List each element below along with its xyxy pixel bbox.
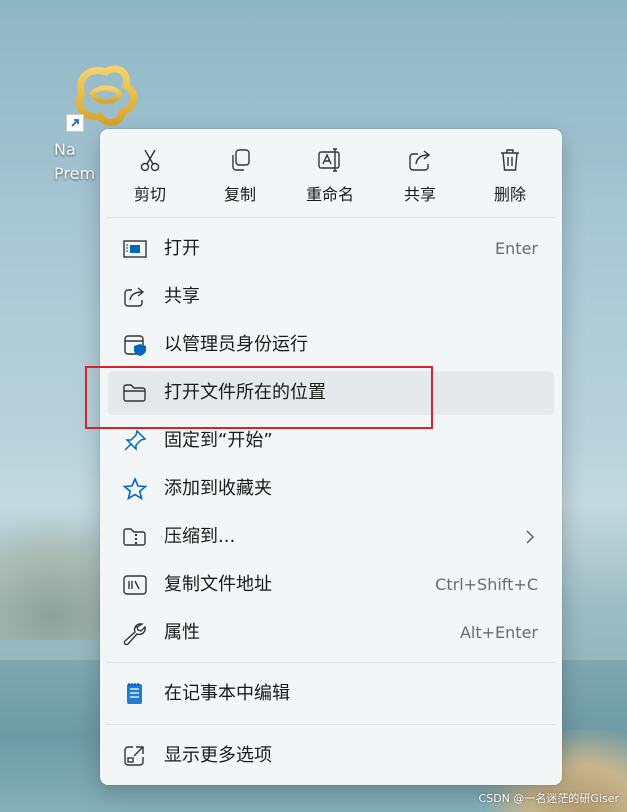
zip-folder-icon [122,525,148,549]
delete-icon [497,147,523,173]
star-icon [122,477,148,501]
copy-label: 复制 [223,185,256,204]
watermark: CSDN @一名迷茫的研Giser [478,792,619,805]
menu-item-label: 打开 [164,238,200,259]
copy-path-icon [122,573,148,597]
run-as-admin-icon [122,333,148,357]
menu-item-label: 显示更多选项 [164,745,272,766]
copy-button[interactable]: 复制 [200,139,280,209]
menu-item-compress-to[interactable]: 压缩到... [108,515,554,559]
menu-item-open[interactable]: 打开 Enter [108,227,554,271]
share-icon [407,147,433,173]
menu-item-copy-file-path[interactable]: 复制文件地址 Ctrl+Shift+C [108,563,554,607]
highlight-annotation-box [85,366,433,429]
wrench-icon [122,621,148,645]
cut-label: 剪切 [133,185,166,204]
context-menu: 剪切 复制 重命名 共享 删除 打开 Enter 共享 以管理员身份运行 打开文… [100,129,562,785]
menu-item-label: 属性 [164,622,200,643]
share-button[interactable]: 共享 [380,139,460,209]
rename-label: 重命名 [305,185,354,204]
delete-button[interactable]: 删除 [470,139,550,209]
quick-actions-bar: 剪切 复制 重命名 共享 删除 [100,129,562,217]
menu-item-label: 共享 [164,286,200,307]
divider [106,662,556,663]
shortcut-text: Ctrl+Shift+C [435,575,538,594]
share-icon [122,285,148,309]
shortcut-text: Enter [495,239,538,258]
menu-item-edit-in-notepad[interactable]: 在记事本中编辑 [108,672,554,716]
menu-item-label: 以管理员身份运行 [164,334,308,355]
menu-item-show-more-options[interactable]: 显示更多选项 [108,734,554,778]
divider [106,217,556,218]
menu-item-share[interactable]: 共享 [108,275,554,319]
menu-item-label: 固定到“开始” [164,430,273,451]
delete-label: 删除 [493,185,526,204]
rename-button[interactable]: 重命名 [290,139,370,209]
menu-item-run-as-admin[interactable]: 以管理员身份运行 [108,323,554,367]
pin-icon [122,429,148,453]
menu-item-label: 复制文件地址 [164,574,272,595]
more-options-icon [122,744,148,768]
open-icon [122,237,148,261]
rename-icon [317,147,343,173]
chevron-right-icon [524,527,536,547]
divider [106,724,556,725]
cut-button[interactable]: 剪切 [110,139,190,209]
menu-item-add-to-favorites[interactable]: 添加到收藏夹 [108,467,554,511]
menu-item-label: 压缩到... [164,526,236,547]
menu-item-properties[interactable]: 属性 Alt+Enter [108,611,554,655]
cut-icon [137,147,163,173]
shortcut-text: Alt+Enter [459,623,538,642]
menu-item-label: 在记事本中编辑 [164,683,290,704]
shortcut-arrow-icon [66,114,84,132]
menu-item-label: 添加到收藏夹 [164,478,272,499]
copy-icon [227,147,253,173]
notepad-icon [122,682,148,706]
share-label: 共享 [403,185,436,204]
